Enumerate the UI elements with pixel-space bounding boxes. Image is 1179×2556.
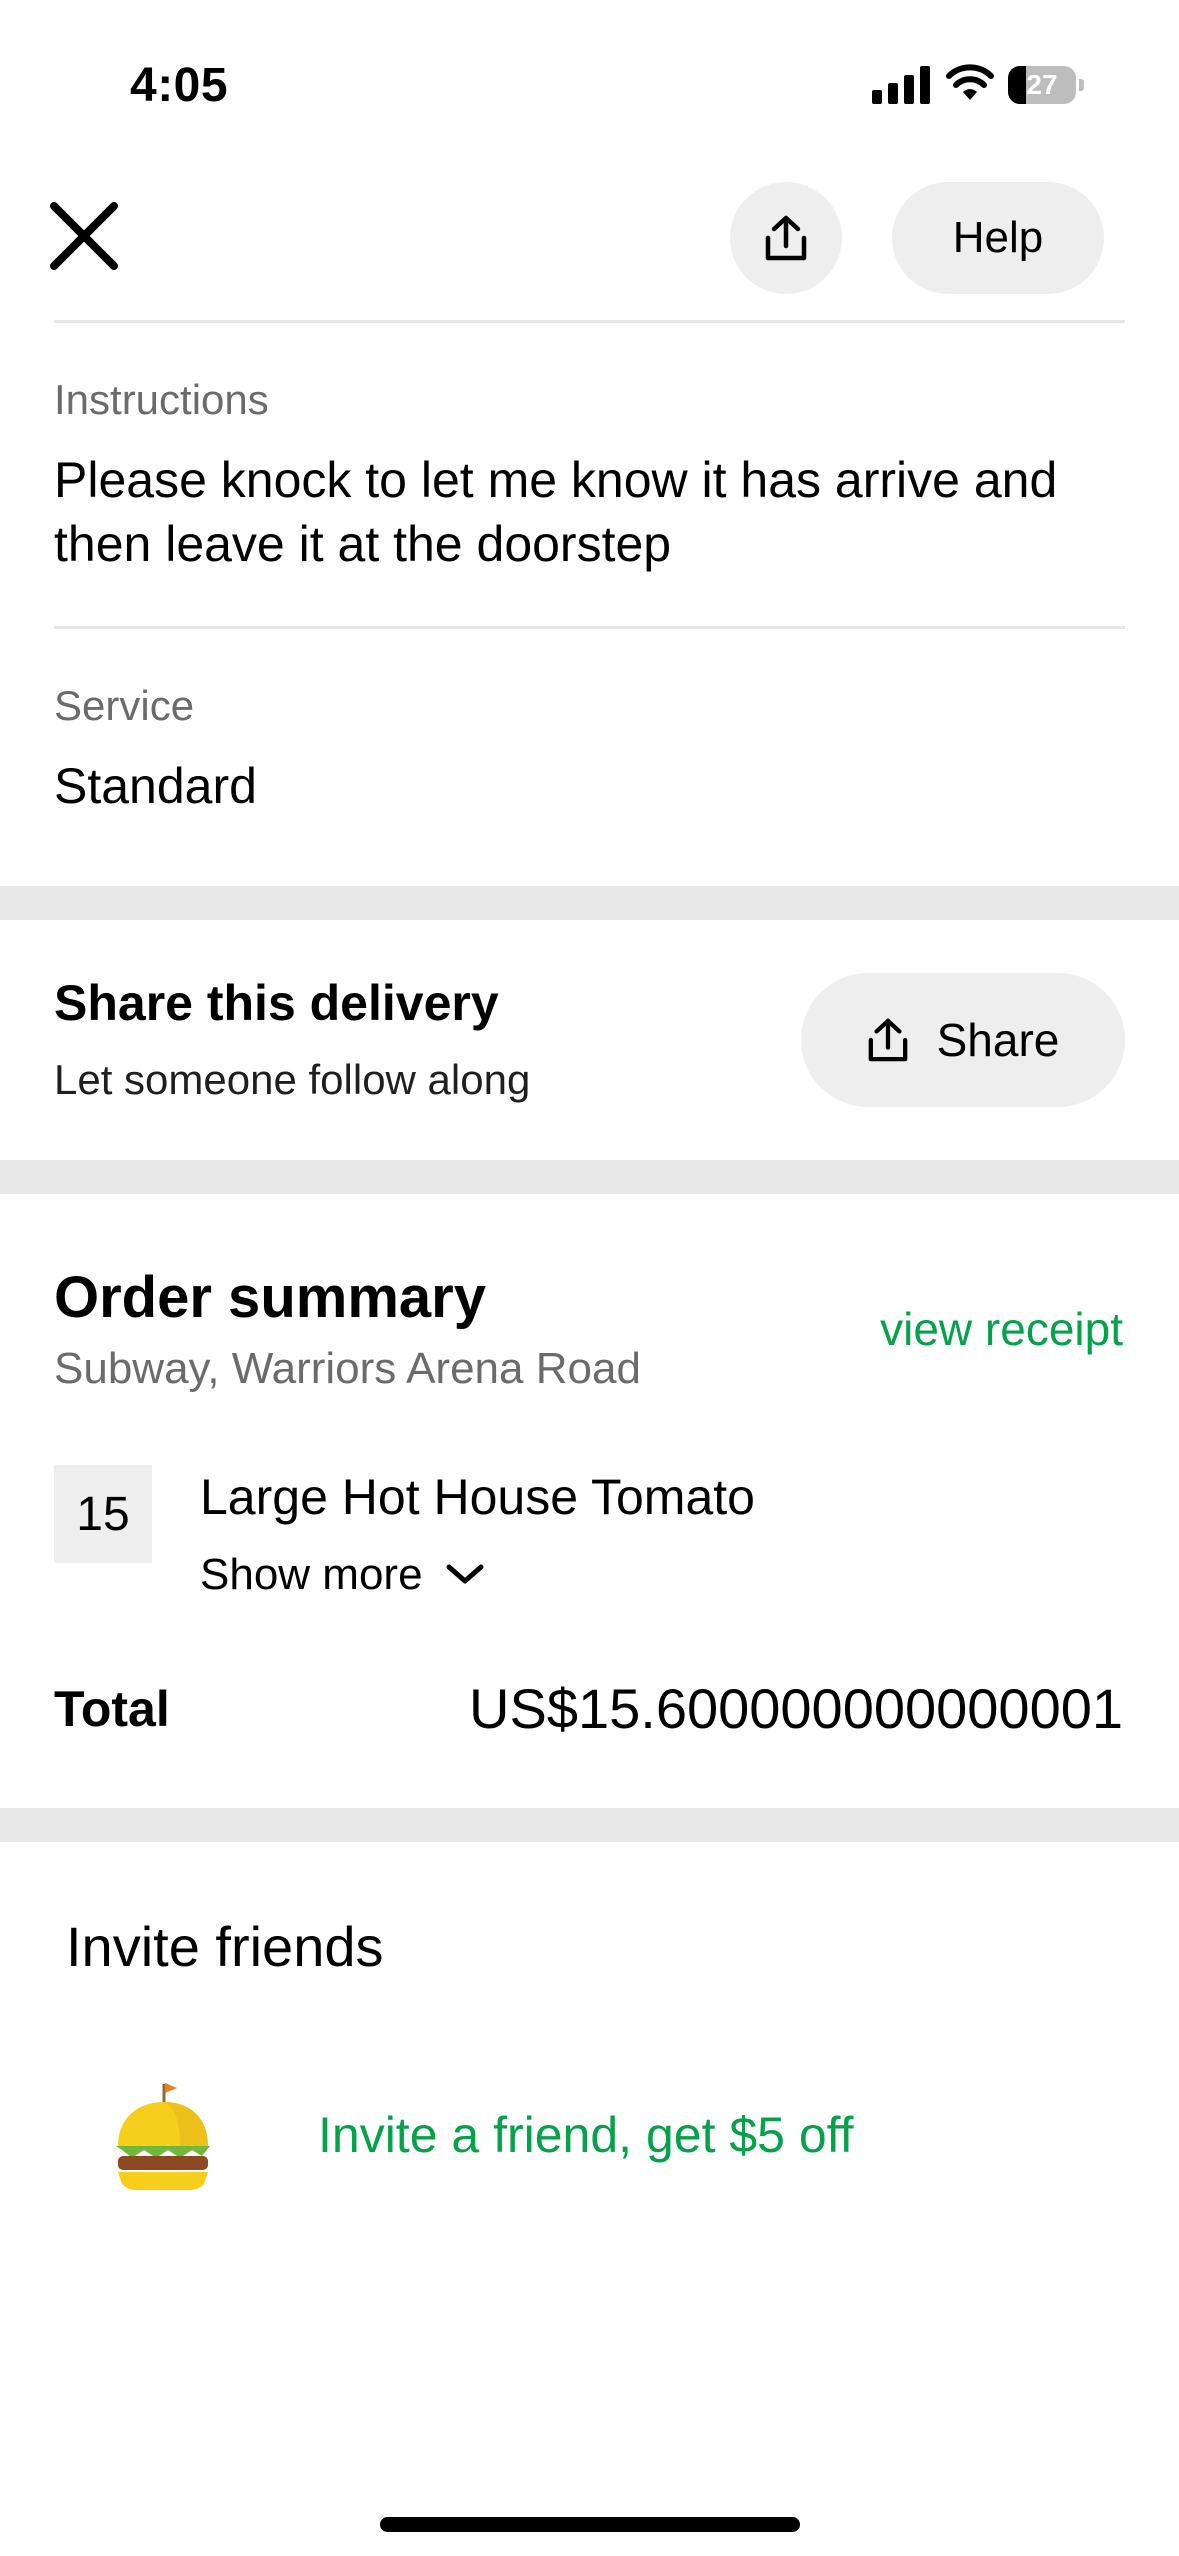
view-receipt-link[interactable]: view receipt: [880, 1302, 1123, 1356]
instructions-label: Instructions: [54, 376, 269, 423]
help-button[interactable]: Help: [892, 182, 1104, 294]
home-indicator: [380, 2517, 800, 2532]
section-separator: [0, 886, 1179, 920]
share-delivery-subtitle: Let someone follow along: [54, 1056, 531, 1103]
wifi-icon: [946, 64, 994, 100]
section-separator: [0, 1160, 1179, 1194]
share-delivery-button[interactable]: Share: [801, 973, 1125, 1107]
share-icon: [868, 1018, 907, 1062]
item-quantity: 15: [54, 1465, 152, 1563]
cellular-signal-icon: [872, 66, 932, 104]
show-more-button[interactable]: Show more: [200, 1550, 485, 1600]
order-summary-title: Order summary: [54, 1265, 486, 1330]
total-label: Total: [54, 1681, 170, 1737]
divider: [54, 320, 1125, 323]
invite-promo-link[interactable]: Invite a friend, get $5 off: [318, 2106, 854, 2164]
item-name: Large Hot House Tomato: [200, 1469, 755, 1525]
instructions-text-line1: Please knock to let me know it has arriv…: [54, 452, 1058, 508]
invite-friends-title: Invite friends: [66, 1915, 384, 1978]
burger-icon: [116, 2083, 210, 2190]
share-button[interactable]: [730, 182, 842, 294]
show-more-label: Show more: [200, 1550, 423, 1599]
share-delivery-title: Share this delivery: [54, 975, 499, 1031]
divider: [54, 626, 1125, 629]
share-button-label: Share: [936, 1014, 1060, 1066]
section-separator: [0, 1808, 1179, 1842]
service-value: Standard: [54, 758, 257, 814]
status-time: 4:05: [130, 59, 229, 112]
battery-percent: 27: [1026, 69, 1058, 100]
instructions-text-line2: then leave it at the doorstep: [54, 516, 672, 572]
chevron-down-icon: [446, 1564, 484, 1584]
order-store-name: Subway, Warriors Arena Road: [54, 1344, 641, 1393]
service-label: Service: [54, 682, 195, 729]
close-icon[interactable]: [48, 200, 120, 272]
share-icon: [765, 215, 807, 261]
total-value: US$15.600000000000001: [469, 1677, 1123, 1740]
battery-icon: 27: [1008, 66, 1084, 104]
